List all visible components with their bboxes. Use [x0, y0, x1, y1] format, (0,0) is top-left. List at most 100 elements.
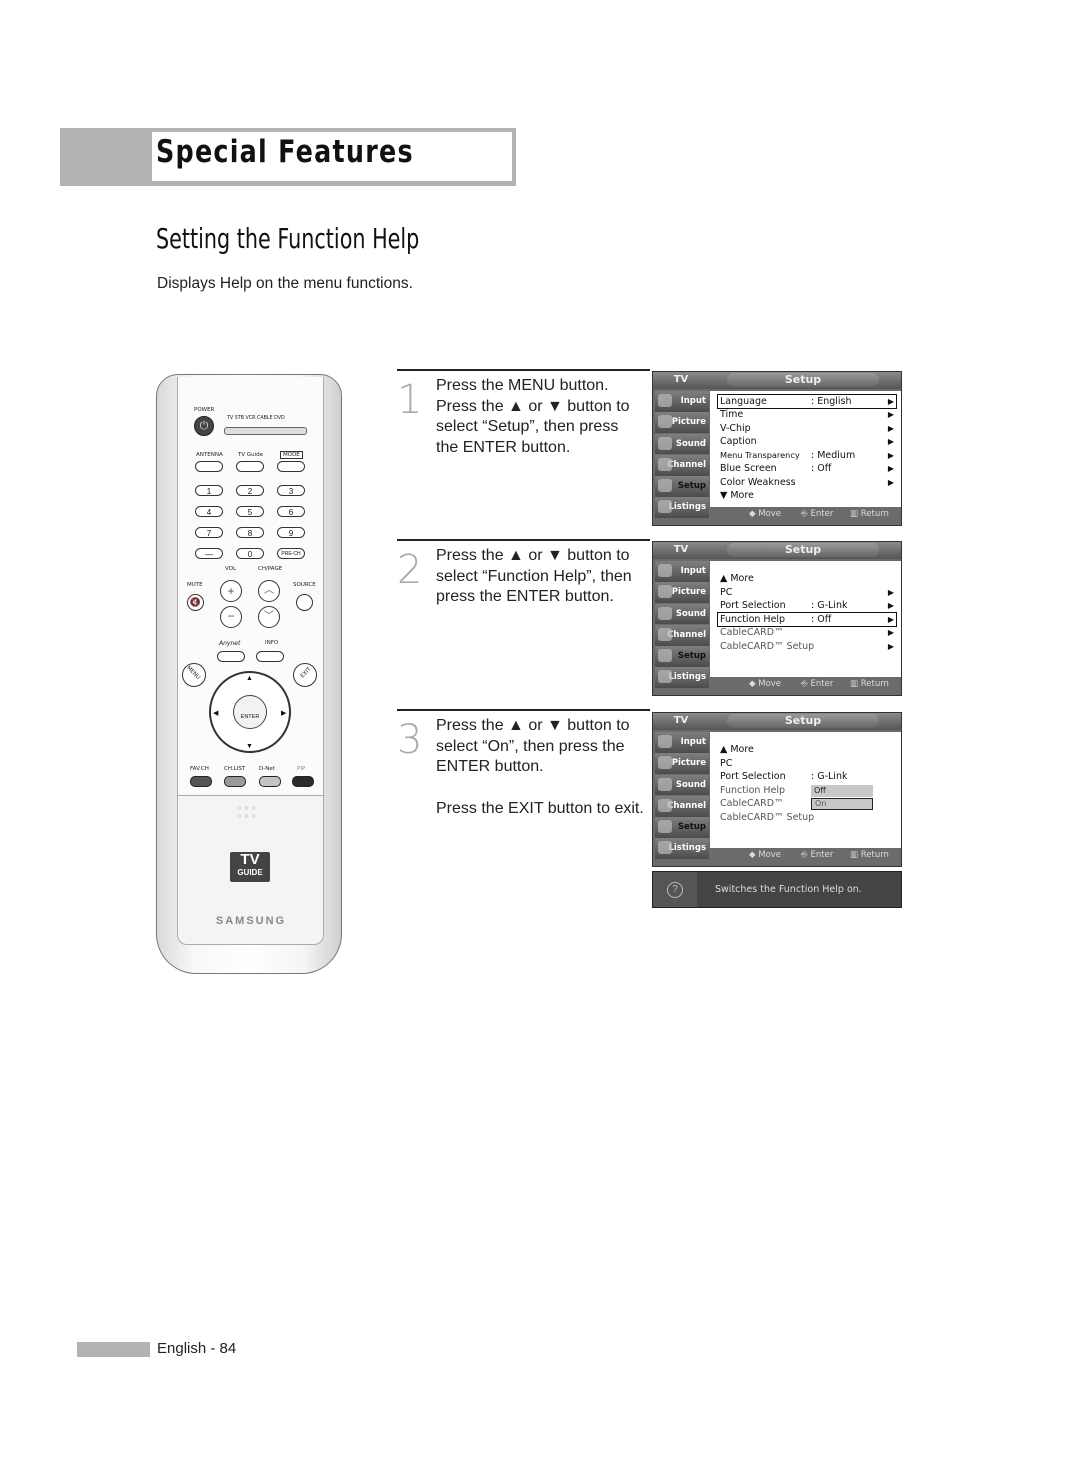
item-label: Port Selection [720, 600, 786, 611]
page-intro: Displays Help on the menu functions. [157, 275, 413, 292]
osd-sidebar-setup[interactable]: Setup [655, 476, 709, 497]
option-off[interactable]: Off [811, 784, 873, 797]
move-hint: ◆ Move [749, 509, 782, 519]
chlist-button[interactable] [224, 776, 246, 787]
chevron-right-icon: ▶ [887, 477, 894, 487]
osd-sidebar-sound[interactable]: Sound [655, 603, 709, 625]
step-line: the ENTER button. [436, 438, 571, 456]
ch-up-button[interactable]: ︿ [258, 580, 280, 602]
osd-menu-panel: Language: English ▶ Time ▶ V-Chip ▶ Caption… [710, 391, 901, 507]
osd-sidebar-channel[interactable]: Channel [655, 795, 709, 817]
tvguide-button[interactable] [236, 461, 264, 472]
enter-button[interactable]: ENTER [233, 695, 267, 729]
tvguide-label: TV Guide [238, 452, 264, 458]
setup-icon [658, 820, 672, 834]
return-hint-label: Return [860, 850, 889, 860]
menu-item-caption[interactable]: Caption ▶ [720, 435, 894, 448]
num-button[interactable]: 4 [195, 506, 223, 517]
ch-down-button[interactable]: ﹀ [258, 606, 280, 628]
menu-item-more[interactable]: ▼ More [720, 489, 894, 502]
osd-sidebar-channel[interactable]: Channel [655, 624, 709, 646]
osd-sidebar-picture[interactable]: Picture [655, 582, 709, 604]
sound-icon [658, 436, 672, 450]
enter-hint: ⎆ Enter [801, 509, 834, 519]
option-on[interactable]: On [811, 797, 873, 810]
power-button[interactable]: ⏻ [194, 416, 214, 436]
mute-button[interactable]: 🔇 [187, 594, 204, 611]
item-label: ▼ More [720, 490, 754, 501]
menu-item-port-selection[interactable]: Port Selection: G-Link [720, 770, 894, 783]
num-button[interactable]: 2 [236, 485, 264, 496]
menu-item-language[interactable]: Language: English ▶ [717, 394, 897, 409]
step-line: Press the MENU button. [436, 377, 609, 394]
section-title: Special Features [156, 134, 414, 170]
menu-item-color-weakness[interactable]: Color Weakness ▶ [720, 476, 894, 489]
menu-item-more-up[interactable]: ▲ More [720, 572, 894, 585]
step-number: 2 [397, 547, 423, 593]
menu-item-time[interactable]: Time ▶ [720, 408, 894, 421]
function-help-bar: ? Switches the Function Help on. [652, 871, 902, 908]
menu-item-port-selection[interactable]: Port Selection: G-Link ▶ [720, 599, 894, 612]
chlist-label: CH.LIST [224, 766, 246, 772]
item-label: Language [720, 396, 767, 407]
num-button[interactable]: 0 [236, 548, 264, 559]
right-arrow-icon[interactable]: ▶ [281, 709, 286, 717]
num-button[interactable]: 1 [195, 485, 223, 496]
dnet-button[interactable] [259, 776, 281, 787]
num-button[interactable]: 3 [277, 485, 305, 496]
antenna-label: ANTENNA [196, 452, 223, 458]
osd-sidebar-input[interactable]: Input [655, 732, 709, 753]
num-button[interactable]: 7 [195, 527, 223, 538]
info-button[interactable] [256, 651, 284, 662]
num-button[interactable]: 5 [236, 506, 264, 517]
num-button[interactable]: 6 [277, 506, 305, 517]
num-button[interactable]: 8 [236, 527, 264, 538]
osd-sidebar-input[interactable]: Input [655, 391, 709, 412]
prech-button[interactable]: PRE-CH [277, 548, 305, 559]
osd-sidebar-sound[interactable]: Sound [655, 433, 709, 455]
source-button[interactable] [296, 594, 313, 611]
step-3: 3 Press the ▲ or ▼ button to select “On”… [397, 709, 650, 871]
antenna-button[interactable] [195, 461, 223, 472]
anynet-button[interactable] [217, 651, 245, 662]
sound-icon [658, 606, 672, 620]
menu-item-cablecard-setup[interactable]: CableCARD™ Setup [720, 811, 894, 824]
remote-control: POWER ⏻ TV STB VCR CABLE DVD ANTENNA TV … [156, 374, 342, 974]
osd-screen-1: TV Setup Input Picture Sound Channel Set… [652, 371, 902, 526]
menu-item-pc[interactable]: PC [720, 757, 894, 770]
step-number: 3 [397, 717, 423, 763]
left-arrow-icon[interactable]: ◀ [213, 709, 218, 717]
osd-sidebar-channel[interactable]: Channel [655, 454, 709, 476]
menu-item-more-up[interactable]: ▲ More [720, 743, 894, 756]
menu-item-transparency[interactable]: Menu Transparency: Medium ▶ [720, 449, 894, 462]
num-button[interactable]: 9 [277, 527, 305, 538]
dash-button[interactable]: — [195, 548, 223, 559]
vol-up-button[interactable]: + [220, 580, 242, 602]
menu-item-pc[interactable]: PC ▶ [720, 586, 894, 599]
osd-sidebar-setup[interactable]: Setup [655, 646, 709, 667]
osd-sidebar-picture[interactable]: Picture [655, 412, 709, 434]
setup-icon [658, 479, 672, 493]
down-arrow-icon[interactable]: ▼ [246, 743, 253, 750]
item-label: Function Help [720, 784, 786, 796]
osd-sidebar-sound[interactable]: Sound [655, 774, 709, 796]
osd-sidebar-picture[interactable]: Picture [655, 753, 709, 775]
mode-button[interactable] [277, 461, 305, 472]
sidebar-label: Sound [675, 438, 706, 449]
osd-sidebar-setup[interactable]: Setup [655, 817, 709, 838]
menu-item-blue-screen[interactable]: Blue Screen: Off ▶ [720, 462, 894, 475]
picture-icon [658, 585, 672, 599]
menu-item-cablecard-setup[interactable]: CableCARD™ Setup ▶ [720, 640, 894, 653]
tvguide-logo-tv: TV [240, 851, 260, 868]
favch-button[interactable] [190, 776, 212, 787]
sidebar-label: Input [680, 566, 706, 576]
pip-button[interactable] [292, 776, 314, 787]
vol-down-button[interactable]: − [220, 606, 242, 628]
step-line: Press the ▲ or ▼ button to [436, 547, 630, 564]
menu-item-vchip[interactable]: V-Chip ▶ [720, 422, 894, 435]
osd-hint-bar: ◆ Move ⎆ Enter ▥ Return [653, 677, 901, 695]
up-arrow-icon[interactable]: ▲ [246, 675, 253, 682]
menu-item-function-help[interactable]: Function Help: Off ▶ [717, 611, 897, 627]
menu-item-cablecard[interactable]: CableCARD™ ▶ [720, 626, 894, 639]
osd-sidebar-input[interactable]: Input [655, 561, 709, 582]
